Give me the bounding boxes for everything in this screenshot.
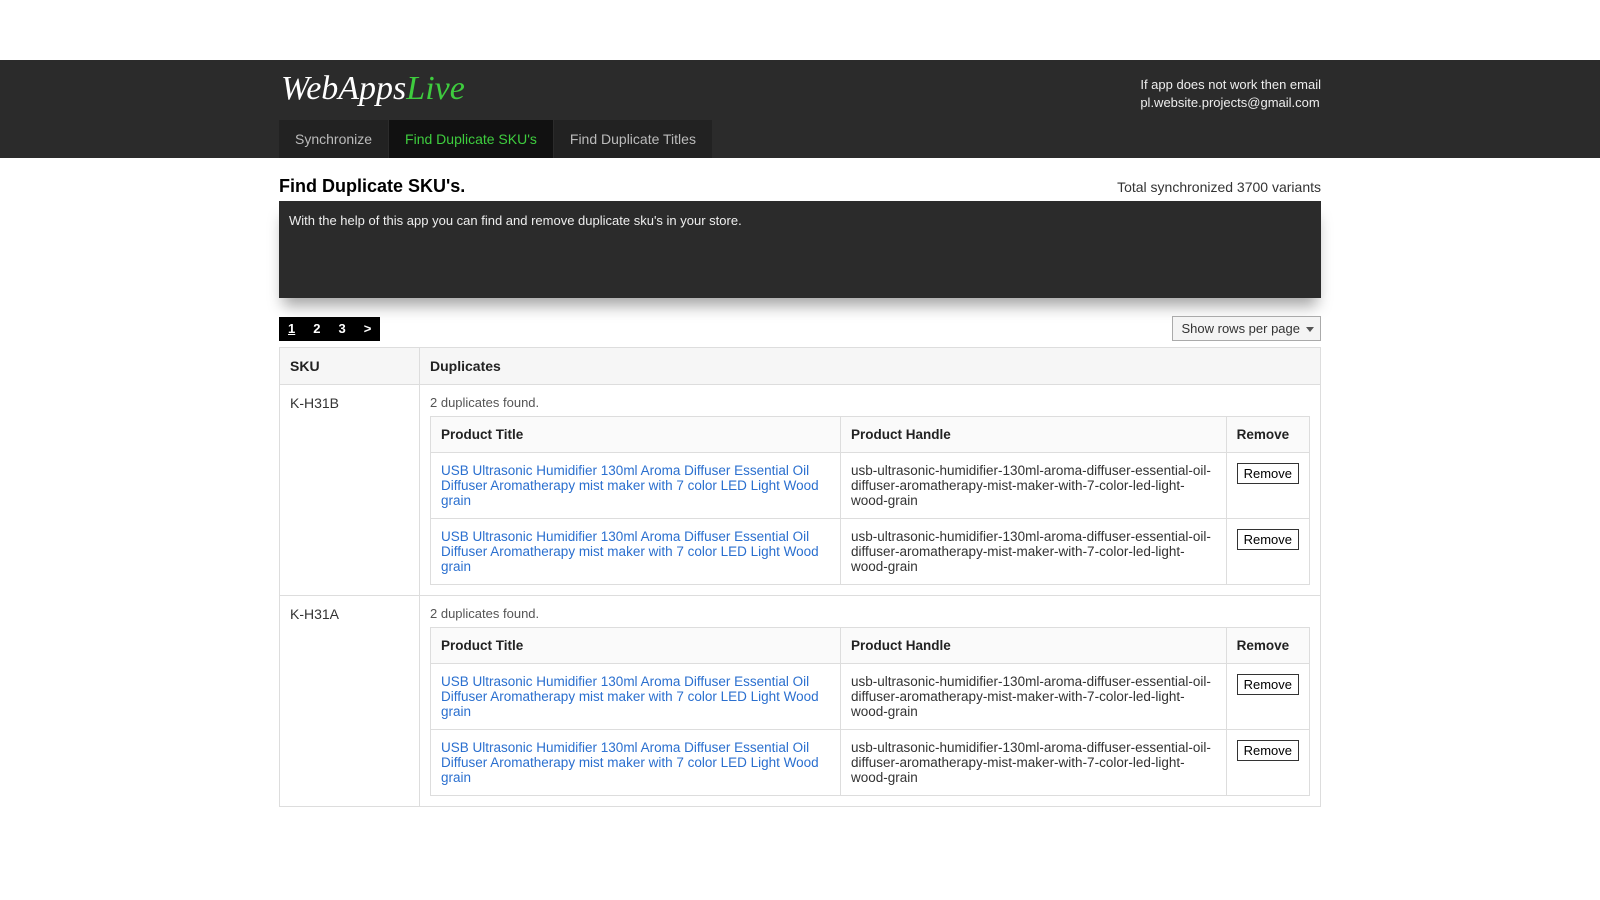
tab-synchronize[interactable]: Synchronize [279,120,388,158]
remove-button[interactable]: Remove [1237,740,1299,761]
remove-button[interactable]: Remove [1237,674,1299,695]
duplicates-table: SKU Duplicates K-H31B2 duplicates found.… [279,347,1321,807]
sku-cell: K-H31A [280,596,420,807]
duplicates-cell: 2 duplicates found. Product TitleProduct … [420,596,1321,807]
notice-line-1: If app does not work then email [1140,77,1321,92]
product-handle-cell: usb-ultrasonic-humidifier-130ml-aroma-di… [841,664,1227,730]
pager-page-1[interactable]: 1 [279,321,304,336]
pager-page-2[interactable]: 2 [304,321,329,336]
inner-column-header-handle: Product Handle [841,628,1227,664]
remove-cell: Remove [1226,664,1309,730]
remove-button[interactable]: Remove [1237,529,1299,550]
table-row: K-H31A 2 duplicates found. Product TitlePr… [280,596,1321,807]
inner-table-row: USB Ultrasonic Humidifier 130ml Aroma Di… [431,664,1310,730]
inner-duplicates-table: Product TitleProduct HandleRemoveUSB Ult… [430,627,1310,796]
duplicates-found-text: 2 duplicates found. [430,606,1310,621]
product-title-link[interactable]: USB Ultrasonic Humidifier 130ml Aroma Di… [441,529,819,574]
pager-next[interactable]: > [355,321,381,336]
column-header-duplicates: Duplicates [420,348,1321,385]
tab-find-duplicate-skus[interactable]: Find Duplicate SKU's [388,120,553,158]
remove-cell: Remove [1226,519,1309,585]
pager-page-3[interactable]: 3 [329,321,354,336]
inner-duplicates-table: Product TitleProduct HandleRemoveUSB Ult… [430,416,1310,585]
product-title-cell: USB Ultrasonic Humidifier 130ml Aroma Di… [431,730,841,796]
inner-table-row: USB Ultrasonic Humidifier 130ml Aroma Di… [431,453,1310,519]
topbar: WebAppsLive If app does not work then em… [0,60,1600,120]
inner-column-header-title: Product Title [431,628,841,664]
sku-cell: K-H31B [280,385,420,596]
product-title-link[interactable]: USB Ultrasonic Humidifier 130ml Aroma Di… [441,674,819,719]
product-title-cell: USB Ultrasonic Humidifier 130ml Aroma Di… [431,453,841,519]
inner-table-row: USB Ultrasonic Humidifier 130ml Aroma Di… [431,730,1310,796]
brand-logo[interactable]: WebAppsLive [279,72,465,106]
inner-column-header-remove: Remove [1226,628,1309,664]
sync-summary: Total synchronized 3700 variants [1117,179,1321,195]
page-title: Find Duplicate SKU's. [279,176,465,197]
product-title-link[interactable]: USB Ultrasonic Humidifier 130ml Aroma Di… [441,740,819,785]
duplicates-cell: 2 duplicates found. Product TitleProduct … [420,385,1321,596]
support-notice: If app does not work then email pl.websi… [1140,72,1321,112]
nav-tabs: Synchronize Find Duplicate SKU's Find Du… [0,120,1600,158]
product-handle-cell: usb-ultrasonic-humidifier-130ml-aroma-di… [841,730,1227,796]
product-title-cell: USB Ultrasonic Humidifier 130ml Aroma Di… [431,664,841,730]
remove-cell: Remove [1226,453,1309,519]
product-title-cell: USB Ultrasonic Humidifier 130ml Aroma Di… [431,519,841,585]
info-text: With the help of this app you can find a… [289,213,742,228]
pager: 1 2 3 > [279,317,380,341]
product-title-link[interactable]: USB Ultrasonic Humidifier 130ml Aroma Di… [441,463,819,508]
inner-column-header-title: Product Title [431,417,841,453]
product-handle-cell: usb-ultrasonic-humidifier-130ml-aroma-di… [841,453,1227,519]
brand-second: Live [406,70,465,107]
brand-first: WebApps [281,70,406,107]
inner-column-header-remove: Remove [1226,417,1309,453]
info-box: With the help of this app you can find a… [279,201,1321,298]
duplicates-found-text: 2 duplicates found. [430,395,1310,410]
column-header-sku: SKU [280,348,420,385]
inner-column-header-handle: Product Handle [841,417,1227,453]
rows-per-page-label: Show rows per page [1181,321,1300,336]
notice-line-2: pl.website.projects@gmail.com [1140,95,1319,110]
tab-find-duplicate-titles[interactable]: Find Duplicate Titles [553,120,712,158]
inner-table-row: USB Ultrasonic Humidifier 130ml Aroma Di… [431,519,1310,585]
remove-cell: Remove [1226,730,1309,796]
product-handle-cell: usb-ultrasonic-humidifier-130ml-aroma-di… [841,519,1227,585]
remove-button[interactable]: Remove [1237,463,1299,484]
table-row: K-H31B 2 duplicates found. Product TitlePr… [280,385,1321,596]
rows-per-page-select[interactable]: Show rows per page [1172,316,1321,341]
